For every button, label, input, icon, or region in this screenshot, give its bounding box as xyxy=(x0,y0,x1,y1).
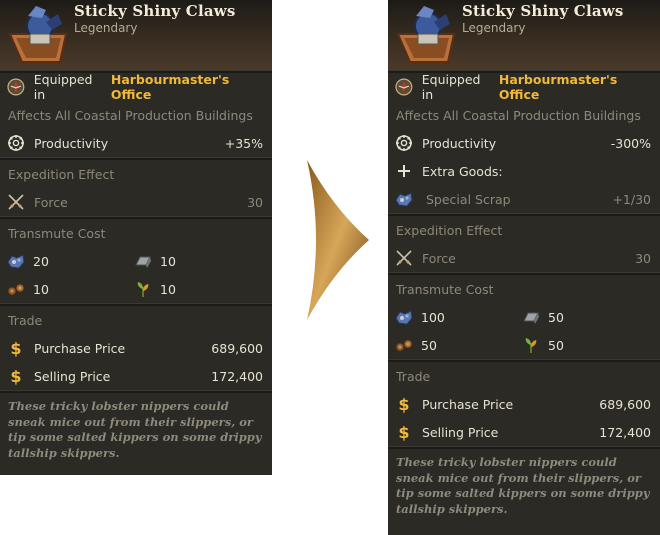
dollar-icon xyxy=(7,367,25,385)
force-value: 30 xyxy=(635,250,651,266)
cost-ingot-value: 10 xyxy=(160,253,176,269)
cost-plant-value: 50 xyxy=(548,337,564,353)
crossed-swords-icon xyxy=(7,193,25,211)
purchase-value: 689,600 xyxy=(211,340,263,356)
cost-wood-value: 10 xyxy=(33,281,49,297)
trade-header: Trade xyxy=(396,369,431,384)
force-row: Force 30 xyxy=(0,188,272,216)
force-label: Force xyxy=(422,250,456,266)
cost-scrap-value: 100 xyxy=(421,309,445,325)
transmute-cost-row: 50 50 xyxy=(388,331,660,359)
dollar-icon xyxy=(395,395,413,413)
cost-ingot-value: 50 xyxy=(548,309,564,325)
cost-scrap: 20 xyxy=(0,247,127,275)
productivity-label: Productivity xyxy=(422,135,497,151)
plus-icon xyxy=(395,162,413,180)
cost-ingot: 50 xyxy=(515,303,642,331)
expedition-header: Expedition Effect xyxy=(396,223,503,238)
force-value: 30 xyxy=(247,194,263,210)
affects-text: Affects All Coastal Production Buildings xyxy=(8,108,253,123)
equipped-row: Equipped in Harbourmaster's Office xyxy=(0,72,272,102)
equipped-building: Harbourmaster's Office xyxy=(498,72,618,102)
productivity-gear-icon xyxy=(395,134,413,152)
extra-goods-row: Extra Goods: xyxy=(388,157,660,185)
affects-text: Affects All Coastal Production Buildings xyxy=(396,108,641,123)
iron-ingot-icon xyxy=(134,252,152,270)
tooltip-header: Sticky Shiny Claws Legendary xyxy=(0,0,272,70)
selling-row: Selling Price 172,400 xyxy=(388,418,660,446)
cost-plant: 50 xyxy=(515,331,642,359)
item-title: Sticky Shiny Claws xyxy=(74,2,236,20)
productivity-row: Productivity -300% xyxy=(388,129,660,157)
claw-item-icon xyxy=(6,4,68,64)
purchase-row: Purchase Price 689,600 xyxy=(0,334,272,362)
transmute-cost-row: 10 10 xyxy=(0,275,272,303)
special-scrap-icon xyxy=(395,190,413,208)
equipped-row: Equipped in Harbourmaster's Office xyxy=(388,72,660,102)
item-rarity: Legendary xyxy=(74,21,138,35)
extra-goods-label: Extra Goods: xyxy=(422,163,503,179)
selling-label: Selling Price xyxy=(422,424,499,440)
plant-icon xyxy=(522,336,540,354)
cost-wood: 10 xyxy=(0,275,127,303)
cost-scrap-value: 20 xyxy=(33,253,49,269)
productivity-label: Productivity xyxy=(34,135,109,151)
scrap-icon xyxy=(395,308,413,326)
iron-ingot-icon xyxy=(522,308,540,326)
productivity-value: -300% xyxy=(610,135,651,151)
item-tooltip-before: Sticky Shiny Claws Legendary Equipped in… xyxy=(0,0,272,475)
cost-plant: 10 xyxy=(127,275,254,303)
transmute-header: Transmute Cost xyxy=(396,282,494,297)
selling-label: Selling Price xyxy=(34,368,111,384)
selling-row: Selling Price 172,400 xyxy=(0,362,272,390)
cost-wood: 50 xyxy=(388,331,515,359)
scrap-icon xyxy=(7,252,25,270)
crossed-swords-icon xyxy=(395,249,413,267)
productivity-value: +35% xyxy=(224,135,263,151)
equipped-prefix: Equipped in xyxy=(421,72,481,102)
productivity-row: Productivity +35% xyxy=(0,129,272,157)
dollar-icon xyxy=(7,339,25,357)
equipped-medal-icon xyxy=(7,78,25,96)
expedition-header: Expedition Effect xyxy=(8,167,115,182)
dollar-icon xyxy=(395,423,413,441)
wood-logs-icon xyxy=(7,280,25,298)
special-scrap-value: +1/30 xyxy=(612,191,651,207)
flavor-text: These tricky lobster nippers could sneak… xyxy=(396,455,650,516)
force-label: Force xyxy=(34,194,68,210)
special-scrap-row: Special Scrap +1/30 xyxy=(388,185,660,213)
item-tooltip-after: Sticky Shiny Claws Legendary Equipped in… xyxy=(388,0,660,535)
cost-wood-value: 50 xyxy=(421,337,437,353)
equipped-building: Harbourmaster's Office xyxy=(110,72,230,102)
force-row: Force 30 xyxy=(388,244,660,272)
cost-scrap: 100 xyxy=(388,303,515,331)
plant-icon xyxy=(134,280,152,298)
item-title: Sticky Shiny Claws xyxy=(462,2,624,20)
purchase-value: 689,600 xyxy=(599,396,651,412)
wood-logs-icon xyxy=(395,336,413,354)
purchase-row: Purchase Price 689,600 xyxy=(388,390,660,418)
selling-value: 172,400 xyxy=(599,424,651,440)
item-rarity: Legendary xyxy=(462,21,526,35)
trade-header: Trade xyxy=(8,313,43,328)
transmute-cost-row: 20 10 xyxy=(0,247,272,275)
equipped-medal-icon xyxy=(395,78,413,96)
arrow-icon xyxy=(307,160,369,320)
transmute-cost-row: 100 50 xyxy=(388,303,660,331)
equipped-prefix: Equipped in xyxy=(33,72,93,102)
special-scrap-label: Special Scrap xyxy=(426,191,511,207)
transmute-header: Transmute Cost xyxy=(8,226,106,241)
claw-item-icon xyxy=(394,4,456,64)
cost-ingot: 10 xyxy=(127,247,254,275)
productivity-gear-icon xyxy=(7,134,25,152)
selling-value: 172,400 xyxy=(211,368,263,384)
flavor-text: These tricky lobster nippers could sneak… xyxy=(8,399,262,460)
purchase-label: Purchase Price xyxy=(422,396,514,412)
purchase-label: Purchase Price xyxy=(34,340,126,356)
cost-plant-value: 10 xyxy=(160,281,176,297)
tooltip-header: Sticky Shiny Claws Legendary xyxy=(388,0,660,70)
